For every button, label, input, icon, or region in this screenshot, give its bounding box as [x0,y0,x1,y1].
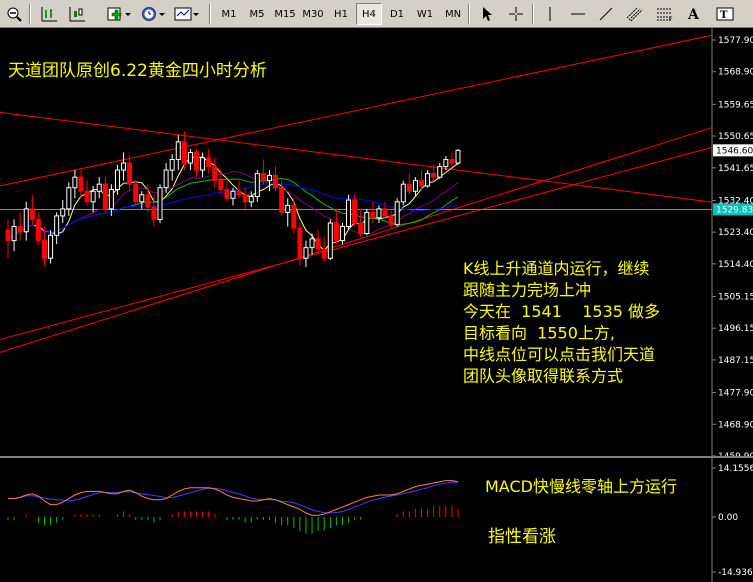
timeframe-m30-button[interactable]: M30 [300,3,326,25]
macd-tick-label: 0.00 [718,513,738,523]
bar-chart-icon [41,7,57,22]
svg-text:F: F [669,16,673,22]
zoom-out-icon [7,7,22,22]
candle [327,219,333,260]
new-chart-icon [107,7,131,21]
level-price-tag: 1529.83 [716,205,753,215]
svg-text:T: T [720,10,728,21]
crosshair-icon [509,7,523,21]
horizontal-line-icon [571,13,585,15]
macd-note-2: 指性看涨 [488,527,556,547]
candle [364,208,370,236]
macd-panel[interactable]: 14.1556 0.00 -14.9365 MACD快慢线零轴上方运行 指性看涨 [0,458,753,582]
price-tick-label: 1487.15 [718,356,753,366]
macd-note: MACD快慢线零轴上方运行 [485,477,677,496]
price-tick-label: 1468.90 [718,420,753,430]
templates-button[interactable] [172,3,202,25]
candle [48,230,54,264]
candle [400,180,406,206]
svg-text:A: A [687,7,700,22]
annotation-line: 今天在 1541 1535 做多 [463,302,660,321]
text-label-button[interactable]: T [712,3,738,25]
candle [157,184,163,223]
candlestick-icon [69,7,85,22]
toolbar: M1 M5 M15 M30 H1 H4 D1 W1 MN F A T [0,0,753,28]
price-tick-label: 1568.90 [718,68,753,78]
annotation-line: 目标看向 1550上方, [463,324,615,343]
periods-button[interactable] [138,3,168,25]
timeframe-mn-button[interactable]: MN [440,3,466,25]
price-chart[interactable]: 1577.901568.901559.651550.651541.651532.… [0,28,753,456]
price-tick-label: 1496.15 [718,324,753,334]
vertical-line-icon [549,7,551,21]
timeframe-w1-button[interactable]: W1 [412,3,438,25]
zoom-out-button[interactable] [2,3,26,25]
current-price-tag: 1546.60 [716,146,753,156]
timeframe-m5-button[interactable]: M5 [244,3,270,25]
candlestick-button[interactable] [64,3,90,25]
price-tick-label: 1550.65 [718,132,753,142]
timeframe-h1-button[interactable]: H1 [328,3,354,25]
macd-tick-label: 14.1556 [718,464,753,474]
trendline-icon [599,7,613,21]
text-icon: A [687,7,700,22]
annotation-line: 中线点位可以点击我们天道 [463,345,655,364]
macd-tick-label: -14.9365 [718,568,753,578]
cursor-tool-button[interactable] [476,3,500,25]
channel-icon [626,7,643,22]
channel-button[interactable] [622,3,648,25]
annotation-line: 团队头像取得联系方式 [463,367,623,386]
text-tool-button[interactable]: A [682,3,706,25]
chart-title: 天道团队原创6.22黄金四小时分析 [8,61,267,81]
timeframe-m15-button[interactable]: M15 [272,3,298,25]
price-tick-label: 1541.65 [718,164,753,174]
vertical-line-button[interactable] [538,3,562,25]
timeframe-h4-button[interactable]: H4 [356,3,382,25]
price-tick-label: 1523.40 [718,228,753,238]
price-tick-label: 1505.15 [718,292,753,302]
text-label-icon: T [716,7,734,21]
cursor-icon [483,7,492,21]
timeframe-m1-button[interactable]: M1 [216,3,242,25]
trendline-button[interactable] [594,3,618,25]
annotation-line: K线上升通道内运行，继续 [463,259,650,278]
bar-chart-button[interactable] [36,3,62,25]
price-tick-label: 1514.40 [718,260,753,270]
new-chart-button[interactable] [104,3,134,25]
horizontal-line-button[interactable] [566,3,590,25]
candle [339,222,345,245]
fibonacci-button[interactable]: F [652,3,678,25]
crosshair-button[interactable] [504,3,528,25]
timeframe-d1-button[interactable]: D1 [384,3,410,25]
candle [455,148,461,165]
annotation-line: 跟随主力完场上冲 [463,281,591,300]
template-icon [174,7,199,21]
candle [133,180,139,206]
price-tick-label: 1577.90 [718,36,753,46]
clock-icon [142,7,165,21]
price-tick-label: 1559.65 [718,100,753,110]
candle [394,198,400,227]
price-tick-label: 1477.90 [718,389,753,399]
candle [346,194,352,231]
fibonacci-icon: F [657,8,673,22]
